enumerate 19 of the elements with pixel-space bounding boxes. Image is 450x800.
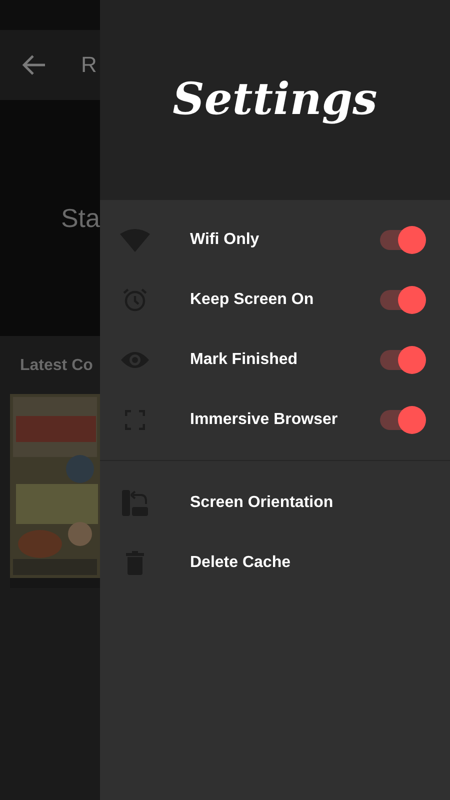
setting-row[interactable]: Keep Screen On — [100, 270, 450, 330]
drawer-title: Settings — [172, 78, 378, 122]
setting-row[interactable]: Wifi Only — [100, 210, 450, 270]
setting-label: Mark Finished — [190, 350, 299, 370]
setting-label: Wifi Only — [190, 230, 260, 250]
action-item[interactable]: Delete Cache — [100, 533, 450, 593]
setting-label: Keep Screen On — [190, 290, 315, 310]
toggle-switch[interactable] — [378, 406, 426, 434]
toggle-switch[interactable] — [378, 346, 426, 374]
back-arrow-icon[interactable] — [22, 54, 46, 76]
setting-label: Immersive Browser — [190, 410, 339, 430]
section-title: Latest Co — [19, 358, 94, 374]
app-bar-title: R — [81, 54, 97, 76]
setting-row[interactable]: Mark Finished — [100, 330, 450, 390]
toggle-switch[interactable] — [378, 286, 426, 314]
banner-text: Sta — [60, 202, 100, 234]
toggle-switch[interactable] — [378, 226, 426, 254]
action-item[interactable]: Screen Orientation — [100, 473, 450, 533]
setting-row[interactable]: Immersive Browser — [100, 390, 450, 450]
